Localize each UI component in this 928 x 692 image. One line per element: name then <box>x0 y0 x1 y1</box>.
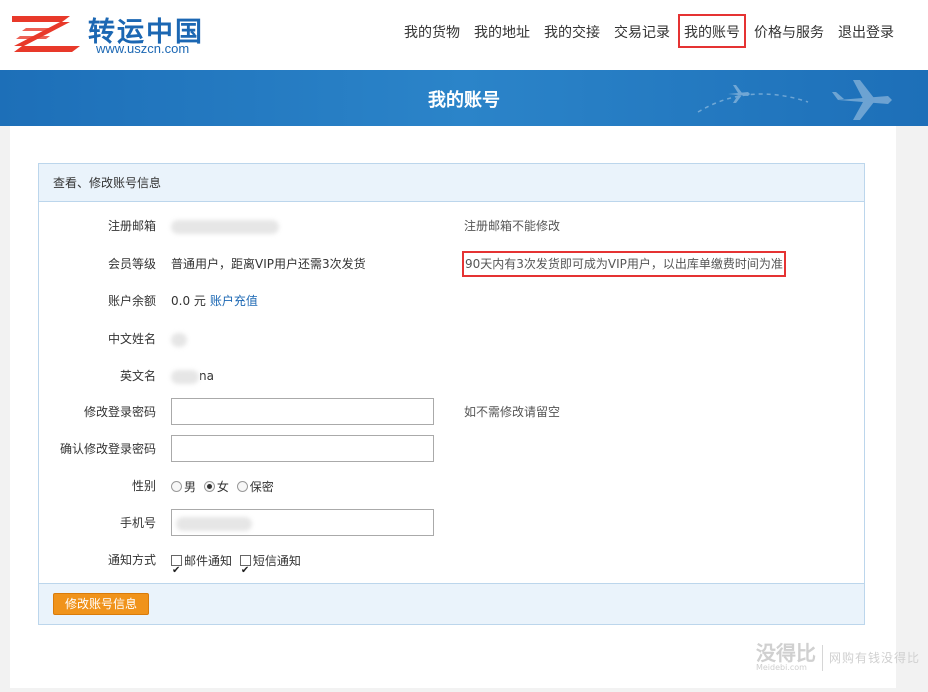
password-note: 如不需修改请留空 <box>464 405 561 419</box>
nav-my-account[interactable]: 我的账号 <box>678 14 746 48</box>
confirm-password-row: 确认修改登录密码 <box>39 431 864 467</box>
balance-label: 账户余额 <box>107 294 156 308</box>
password-input[interactable] <box>171 398 434 425</box>
page-title: 我的账号 <box>428 90 500 111</box>
watermark-divider <box>821 644 823 671</box>
nav-my-address[interactable]: 我的地址 <box>468 14 536 48</box>
level-label: 会员等级 <box>107 257 156 271</box>
gender-male-label: 男 <box>184 479 197 494</box>
cn-name-label: 中文姓名 <box>107 332 156 346</box>
nav-transactions[interactable]: 交易记录 <box>608 14 676 48</box>
level-value: 普通用户，距离VIP用户还需3次发货 <box>171 257 366 271</box>
email-value <box>171 208 279 244</box>
watermark: 没得比 Meidebi.com 网购有钱没得比 <box>756 643 920 672</box>
gender-female-label: 女 <box>216 479 229 494</box>
update-account-button[interactable]: 修改账号信息 <box>53 593 149 615</box>
gender-secret-radio[interactable] <box>236 481 248 492</box>
account-panel: 查看、修改账号信息 注册邮箱 注册邮箱不能修改 会员等级 普通用户，距离VIP用… <box>38 163 865 625</box>
email-note: 注册邮箱不能修改 <box>464 219 561 233</box>
confirm-password-input[interactable] <box>171 435 434 462</box>
site-header: 转运中国 www.uszcn.com 我的货物 我的地址 我的交接 交易记录 我… <box>0 0 928 70</box>
balance-value: 0.0 元账户充值 <box>171 283 258 319</box>
en-name-value: na <box>171 358 214 394</box>
gender-female-radio[interactable] <box>203 481 215 492</box>
sms-notify-label: 短信通知 <box>252 553 301 568</box>
password-row: 修改登录密码 如不需修改请留空 <box>39 394 864 430</box>
logo-mark-icon <box>12 16 80 52</box>
level-row: 会员等级 普通用户，距离VIP用户还需3次发货 90天内有3次发货即可成为VIP… <box>39 246 864 282</box>
nav-logout[interactable]: 退出登录 <box>832 14 900 48</box>
email-notify-label: 邮件通知 <box>184 553 233 568</box>
balance-amount: 0.0 元 <box>171 294 206 308</box>
cn-name-value: 3 <box>171 321 187 357</box>
panel-title: 查看、修改账号信息 <box>39 164 864 202</box>
gender-secret-label: 保密 <box>249 479 274 494</box>
en-name-row: 英文名 na <box>39 358 864 394</box>
notify-row: 通知方式 邮件通知 短信通知 <box>39 542 864 589</box>
watermark-logo: 没得比 Meidebi.com <box>755 641 816 672</box>
page-banner: 我的账号 <box>0 70 928 126</box>
gender-label: 性别 <box>131 479 156 493</box>
nav-pricing[interactable]: 价格与服务 <box>748 14 830 48</box>
password-label: 修改登录密码 <box>83 405 156 419</box>
panel-footer: 修改账号信息 <box>39 583 864 624</box>
gender-row: 性别 男 女 保密 <box>39 468 864 504</box>
site-logo[interactable]: 转运中国 www.uszcn.com <box>10 8 215 60</box>
email-row: 注册邮箱 注册邮箱不能修改 <box>39 208 864 244</box>
watermark-slogan: 网购有钱没得比 <box>828 651 920 665</box>
confirm-password-label: 确认修改登录密码 <box>59 442 156 456</box>
gender-options: 男 女 保密 <box>171 468 278 505</box>
recharge-link[interactable]: 账户充值 <box>210 294 258 308</box>
cn-name-row: 中文姓名 3 <box>39 321 864 357</box>
nav-my-goods[interactable]: 我的货物 <box>398 14 466 48</box>
nav-my-handover[interactable]: 我的交接 <box>538 14 606 48</box>
phone-input[interactable] <box>171 509 434 536</box>
brand-url: www.uszcn.com <box>96 41 190 56</box>
email-label: 注册邮箱 <box>107 219 156 233</box>
notify-label: 通知方式 <box>107 553 156 567</box>
phone-label: 手机号 <box>119 516 156 530</box>
content-card: 查看、修改账号信息 注册邮箱 注册邮箱不能修改 会员等级 普通用户，距离VIP用… <box>10 126 896 688</box>
notify-options: 邮件通知 短信通知 <box>171 542 305 589</box>
main-nav: 我的货物 我的地址 我的交接 交易记录 我的账号 价格与服务 退出登录 <box>396 14 900 48</box>
en-name-label: 英文名 <box>119 369 156 383</box>
email-notify-checkbox[interactable] <box>171 553 182 589</box>
vip-rule-note: 90天内有3次发货即可成为VIP用户，以出库单缴费时间为准 <box>462 251 786 277</box>
en-name-suffix: na <box>199 369 214 383</box>
phone-row: 手机号 <box>39 505 864 541</box>
balance-row: 账户余额 0.0 元账户充值 <box>39 283 864 319</box>
gender-male-radio[interactable] <box>171 481 182 492</box>
sms-notify-checkbox[interactable] <box>239 553 251 589</box>
